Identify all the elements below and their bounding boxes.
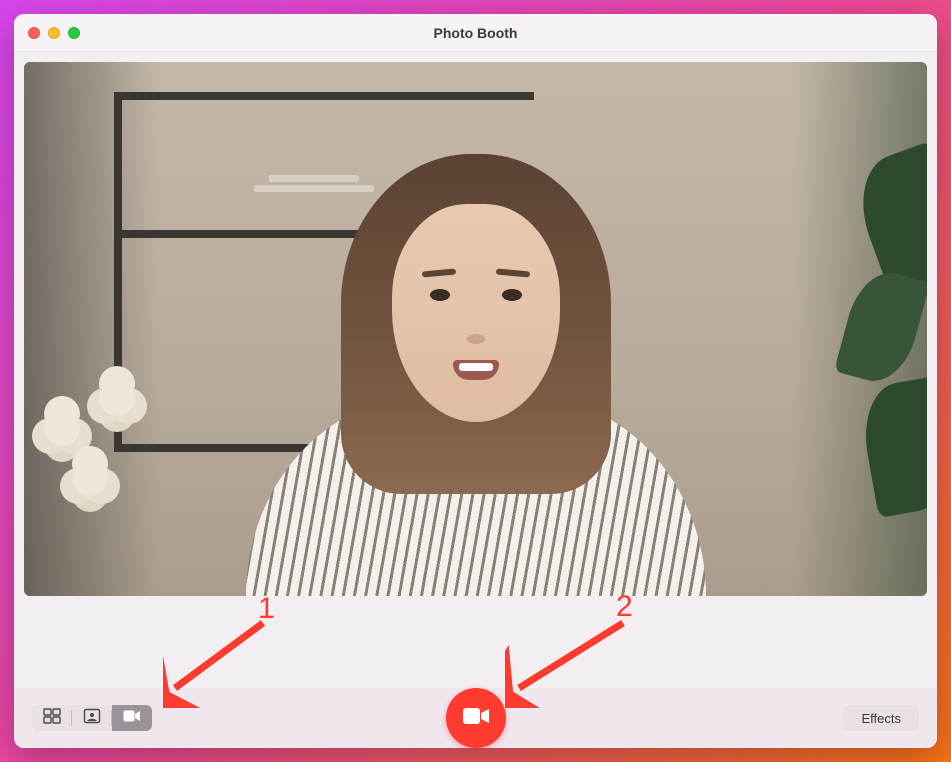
window-title: Photo Booth (14, 25, 937, 41)
titlebar: Photo Booth (14, 14, 937, 52)
effects-button-label: Effects (861, 711, 901, 726)
video-mode-button[interactable] (112, 705, 152, 731)
maximize-window-button[interactable] (68, 27, 80, 39)
four-up-mode-button[interactable] (32, 705, 72, 731)
thumbnail-strip (14, 596, 937, 688)
single-frame-icon (83, 708, 101, 729)
close-window-button[interactable] (28, 27, 40, 39)
bottom-toolbar: Effects (14, 688, 937, 748)
camera-subject-person (226, 136, 726, 596)
photo-booth-window: Photo Booth (14, 14, 937, 748)
grid-four-icon (43, 708, 61, 729)
minimize-window-button[interactable] (48, 27, 60, 39)
record-button[interactable] (446, 688, 506, 748)
single-photo-mode-button[interactable] (72, 705, 112, 731)
video-camera-icon (123, 708, 141, 729)
effects-button[interactable]: Effects (843, 705, 919, 731)
window-controls (14, 27, 80, 39)
video-camera-icon (462, 706, 490, 731)
camera-viewport (24, 62, 927, 596)
capture-mode-group (32, 705, 152, 731)
